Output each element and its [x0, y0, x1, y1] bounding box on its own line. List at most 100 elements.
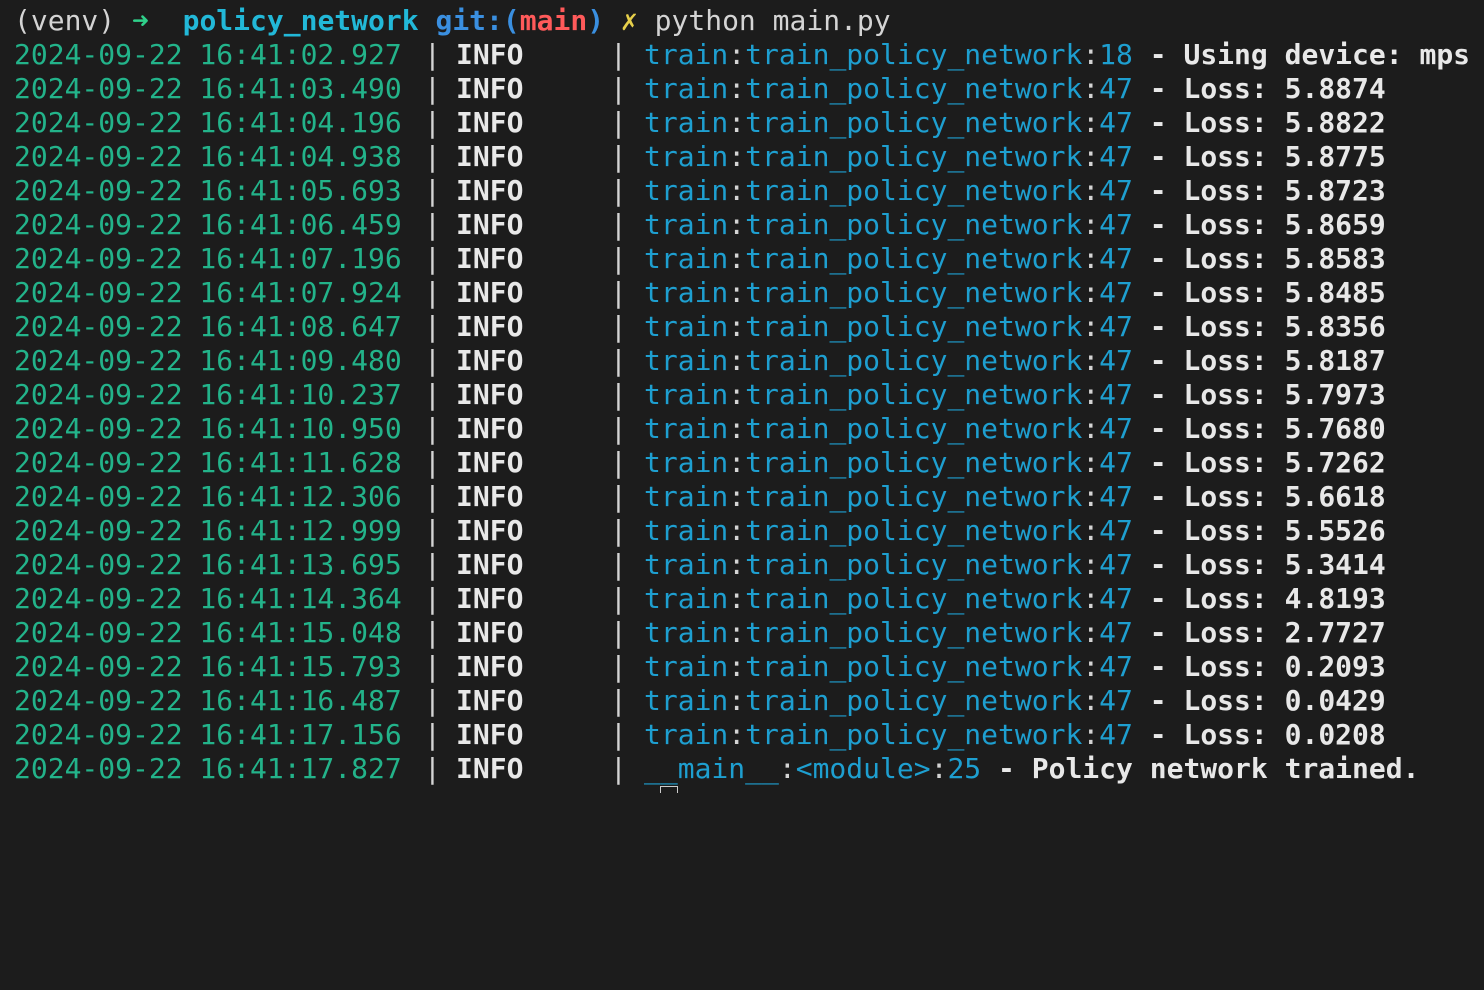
log-separator: |: [610, 310, 627, 343]
terminal-window[interactable]: (venv) ➜ policy_network git:(main) ✗ pyt…: [0, 0, 1484, 793]
log-function: train_policy_network: [745, 718, 1083, 751]
log-colon: :: [728, 378, 746, 411]
log-separator: |: [610, 684, 627, 717]
log-source: train:train_policy_network:47 - Loss: 0.…: [644, 718, 1386, 752]
log-separator: |: [610, 140, 627, 173]
log-module: train: [644, 310, 729, 343]
log-colon: :: [728, 514, 746, 547]
log-level: INFO: [456, 752, 524, 785]
log-colon: :: [728, 582, 746, 615]
log-module: train: [644, 106, 729, 139]
log-module: train: [644, 412, 729, 445]
log-colon: :: [1082, 38, 1100, 71]
log-separator: |: [424, 684, 441, 717]
log-source: train:train_policy_network:47 - Loss: 5.…: [644, 72, 1386, 106]
log-separator: |: [610, 174, 627, 207]
log-separator: |: [424, 310, 441, 343]
log-timestamp: 2024-09-22 16:41:12.999: [14, 514, 402, 547]
log-line: 2024-09-22 16:41:04.938 | INFO | train:t…: [14, 140, 1386, 174]
log-level: INFO: [456, 650, 524, 683]
log-level: INFO: [456, 276, 524, 309]
log-colon: :: [1082, 242, 1100, 275]
log-level: INFO: [456, 174, 524, 207]
log-line: 2024-09-22 16:41:05.693 | INFO | train:t…: [14, 174, 1386, 208]
log-source: train:train_policy_network:47 - Loss: 5.…: [644, 446, 1386, 480]
log-function: train_policy_network: [745, 208, 1083, 241]
log-line: 2024-09-22 16:41:17.156 | INFO | train:t…: [14, 718, 1386, 752]
log-colon: :: [1082, 582, 1100, 615]
log-module: train: [644, 446, 729, 479]
log-message: - Loss: 5.3414: [1149, 548, 1386, 581]
log-source: train:train_policy_network:47 - Loss: 5.…: [644, 276, 1386, 310]
log-level: INFO: [456, 684, 524, 717]
log-message: - Using device: mps: [1149, 38, 1471, 71]
log-function: train_policy_network: [745, 72, 1083, 105]
log-message: - Loss: 4.8193: [1149, 582, 1386, 615]
log-separator: |: [424, 480, 441, 513]
log-source: train:train_policy_network:18 - Using de…: [644, 38, 1470, 72]
log-function: train_policy_network: [745, 684, 1083, 717]
git-label-close: ): [587, 4, 605, 37]
log-colon: :: [1082, 718, 1100, 751]
log-module: train: [644, 616, 729, 649]
venv-indicator: (venv): [14, 4, 116, 37]
log-colon: :: [728, 242, 746, 275]
log-line-number: 47: [1099, 344, 1133, 377]
log-colon: :: [1082, 344, 1100, 377]
log-separator: |: [424, 208, 441, 241]
log-message: - Policy network trained.: [998, 752, 1420, 785]
log-level: INFO: [456, 548, 524, 581]
log-timestamp: 2024-09-22 16:41:15.048: [14, 616, 402, 649]
log-separator: |: [424, 276, 441, 309]
log-line: 2024-09-22 16:41:15.793 | INFO | train:t…: [14, 650, 1386, 684]
log-separator: |: [610, 480, 627, 513]
log-message: - Loss: 2.7727: [1149, 616, 1386, 649]
log-colon: :: [1082, 378, 1100, 411]
log-colon: :: [1082, 548, 1100, 581]
log-line: 2024-09-22 16:41:12.999 | INFO | train:t…: [14, 514, 1386, 548]
log-colon: :: [728, 38, 746, 71]
log-separator: |: [610, 616, 627, 649]
log-line: 2024-09-22 16:41:04.196 | INFO | train:t…: [14, 106, 1386, 140]
log-separator: |: [424, 446, 441, 479]
log-line-number: 47: [1099, 242, 1133, 275]
log-line: 2024-09-22 16:41:10.237 | INFO | train:t…: [14, 378, 1386, 412]
log-line: 2024-09-22 16:41:07.924 | INFO | train:t…: [14, 276, 1386, 310]
log-source: train:train_policy_network:47 - Loss: 5.…: [644, 140, 1386, 174]
log-separator: |: [424, 650, 441, 683]
log-colon: :: [728, 344, 746, 377]
log-source: train:train_policy_network:47 - Loss: 4.…: [644, 582, 1386, 616]
log-separator: |: [610, 718, 627, 751]
log-message: - Loss: 5.8723: [1149, 174, 1386, 207]
command-text: python main.py: [654, 4, 891, 37]
log-line-number: 47: [1099, 480, 1133, 513]
log-timestamp: 2024-09-22 16:41:07.924: [14, 276, 402, 309]
log-module: train: [644, 650, 729, 683]
log-timestamp: 2024-09-22 16:41:10.950: [14, 412, 402, 445]
log-module: train: [644, 378, 729, 411]
log-source: train:train_policy_network:47 - Loss: 2.…: [644, 616, 1386, 650]
log-line-number: 47: [1099, 582, 1133, 615]
log-colon: :: [728, 480, 746, 513]
log-separator: |: [424, 616, 441, 649]
log-message: - Loss: 5.8775: [1149, 140, 1386, 173]
log-source: train:train_policy_network:47 - Loss: 5.…: [644, 242, 1386, 276]
log-separator: |: [424, 38, 441, 71]
log-timestamp: 2024-09-22 16:41:13.695: [14, 548, 402, 581]
shell-prompt: (venv) ➜ policy_network git:(main) ✗ pyt…: [14, 4, 891, 38]
log-separator: |: [610, 582, 627, 615]
log-colon: :: [1082, 480, 1100, 513]
log-separator: |: [424, 378, 441, 411]
log-level: INFO: [456, 378, 524, 411]
log-function: train_policy_network: [745, 548, 1083, 581]
log-level: INFO: [456, 480, 524, 513]
log-colon: :: [1082, 106, 1100, 139]
log-separator: |: [424, 140, 441, 173]
log-source: train:train_policy_network:47 - Loss: 5.…: [644, 412, 1386, 446]
log-source: train:train_policy_network:47 - Loss: 5.…: [644, 378, 1386, 412]
log-message: - Loss: 5.7262: [1149, 446, 1386, 479]
log-message: - Loss: 5.8187: [1149, 344, 1386, 377]
log-source: train:train_policy_network:47 - Loss: 5.…: [644, 106, 1386, 140]
log-line: 2024-09-22 16:41:07.196 | INFO | train:t…: [14, 242, 1386, 276]
log-colon: :: [728, 140, 746, 173]
